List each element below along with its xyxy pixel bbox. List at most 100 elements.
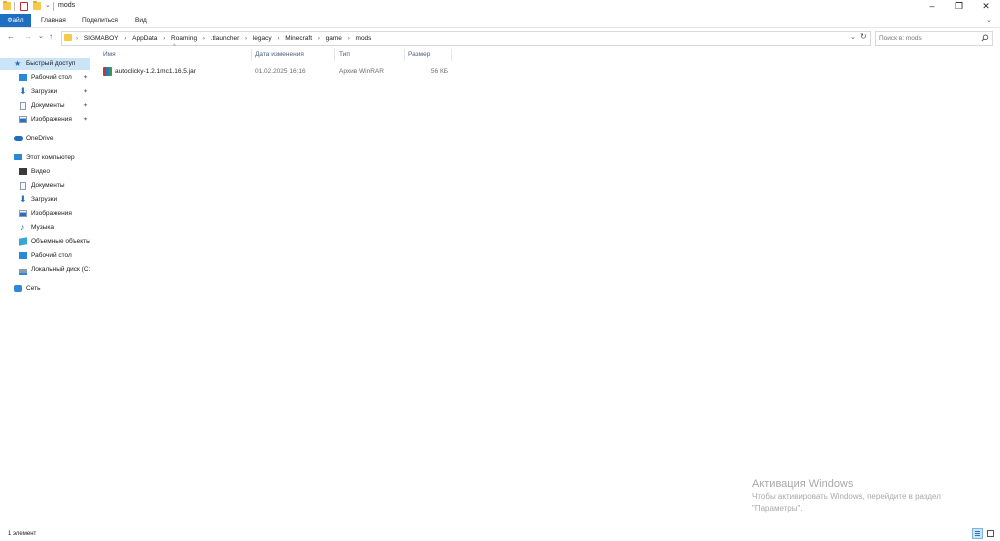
back-button[interactable]: ← — [7, 32, 15, 41]
breadcrumb-item[interactable]: .tlauncher — [211, 32, 240, 45]
up-button[interactable]: ↑ — [49, 32, 53, 41]
column-header: ^ Имя Дата изменения Тип Размер — [100, 44, 460, 62]
address-bar[interactable]: › SIGMABOY › AppData › Roaming › .tlaunc… — [61, 31, 871, 46]
address-dropdown-icon[interactable]: ⌄ — [850, 33, 856, 41]
sidebar-item-desktop[interactable]: Рабочий стол ✦ — [0, 72, 90, 84]
sidebar-item-music[interactable]: ♪ Музыка — [0, 222, 90, 234]
column-divider[interactable] — [251, 49, 252, 61]
sidebar-item-this-pc[interactable]: Этот компьютер — [0, 152, 90, 164]
sidebar-item-network[interactable]: Сеть — [0, 283, 90, 295]
sidebar-item-3d-objects[interactable]: Объемные объекты — [0, 236, 90, 248]
computer-icon — [14, 154, 22, 160]
navigation-bar: ← → ⌄ ↑ › SIGMABOY › AppData › Roaming ›… — [0, 30, 1000, 46]
drive-icon — [19, 269, 27, 275]
file-date: 01.02.2025 16:16 — [255, 68, 306, 75]
sidebar-item-label: Этот компьютер — [26, 154, 75, 161]
ribbon-expand-icon[interactable]: ⌄ — [986, 16, 992, 24]
properties-icon[interactable] — [20, 2, 28, 11]
folder-icon — [3, 1, 11, 10]
toolbar-separator — [53, 2, 54, 11]
sidebar-item-desktop-pc[interactable]: Рабочий стол — [0, 250, 90, 262]
pin-icon[interactable]: ✦ — [83, 72, 88, 84]
status-bar: 1 элемент — [0, 528, 1000, 541]
sidebar-item-documents[interactable]: Документы ✦ — [0, 100, 90, 112]
sidebar-item-label: Изображения — [31, 210, 72, 217]
sidebar-item-pictures-pc[interactable]: Изображения — [0, 208, 90, 220]
title-bar: ⌄ mods – ❐ ✕ — [0, 0, 1000, 13]
window-title: mods — [58, 2, 76, 9]
sidebar-item-label: Объемные объекты — [31, 238, 90, 245]
sidebar-item-label: Загрузки — [31, 88, 58, 95]
minimize-button[interactable]: – — [918, 0, 946, 13]
sidebar-item-label: Локальный диск (C:) — [31, 266, 90, 273]
activation-text: Чтобы активировать Windows, перейдите в … — [752, 492, 941, 501]
sidebar-item-label: Сеть — [26, 285, 41, 292]
refresh-icon[interactable]: ↻ — [860, 32, 867, 41]
maximize-button[interactable]: ❐ — [945, 0, 973, 13]
sidebar-item-videos[interactable]: Видео — [0, 166, 90, 178]
folder-icon — [64, 34, 72, 41]
search-input[interactable] — [879, 33, 975, 43]
column-type[interactable]: Тип — [339, 48, 403, 62]
pin-icon[interactable]: ✦ — [83, 86, 88, 98]
details-view-button[interactable] — [972, 528, 983, 539]
sidebar-item-onedrive[interactable]: OneDrive — [0, 133, 90, 145]
sidebar-item-label: Загрузки — [31, 196, 58, 203]
tab-view[interactable]: Вид — [135, 14, 147, 27]
file-name: autoclicky-1.2.1mc1.16.5.jar — [115, 68, 196, 75]
3d-objects-icon — [19, 237, 27, 246]
column-name[interactable]: Имя — [103, 48, 251, 62]
music-icon: ♪ — [20, 222, 25, 232]
activation-watermark: Активация Windows Чтобы активировать Win… — [752, 478, 992, 515]
desktop-icon — [19, 252, 27, 259]
breadcrumb-separator: › — [347, 36, 350, 42]
column-size[interactable]: Размер — [408, 48, 448, 62]
sidebar-item-label: Музыка — [31, 224, 54, 231]
column-divider[interactable] — [451, 49, 452, 61]
breadcrumb-item[interactable]: SIGMABOY — [84, 32, 119, 45]
recent-locations-button[interactable]: ⌄ — [38, 32, 44, 40]
sidebar-item-label: Рабочий стол — [31, 252, 72, 259]
column-date-modified[interactable]: Дата изменения — [255, 48, 333, 62]
sidebar-item-label: Быстрый доступ — [26, 60, 76, 67]
sidebar-item-downloads[interactable]: ⬇ Загрузки ✦ — [0, 86, 90, 98]
sidebar-item-label: Документы — [31, 182, 65, 189]
tab-share[interactable]: Поделиться — [82, 14, 118, 27]
close-button[interactable]: ✕ — [972, 0, 1000, 13]
breadcrumb-item[interactable]: Minecraft — [285, 32, 312, 45]
breadcrumb-separator: › — [317, 36, 320, 42]
sidebar-item-local-disk[interactable]: Локальный диск (C:) — [0, 264, 90, 276]
breadcrumb-separator: › — [202, 36, 205, 42]
pin-icon[interactable]: ✦ — [83, 114, 88, 126]
sidebar-item-label: Изображения — [31, 116, 72, 123]
forward-button[interactable]: → — [24, 32, 32, 41]
large-icons-view-icon — [987, 530, 994, 537]
activation-text: "Параметры". — [752, 504, 803, 513]
breadcrumb-item[interactable]: legacy — [253, 32, 272, 45]
customize-toolbar-chevron-icon[interactable]: ⌄ — [45, 1, 51, 9]
new-folder-icon[interactable] — [33, 1, 41, 10]
file-row[interactable]: autoclicky-1.2.1mc1.16.5.jar 01.02.2025 … — [100, 66, 452, 78]
ribbon-tabs: Файл Главная Поделиться Вид ⌄ — [0, 14, 1000, 28]
breadcrumb-separator: › — [76, 36, 78, 42]
breadcrumb-item[interactable]: AppData — [132, 32, 157, 45]
sidebar-item-label: OneDrive — [26, 135, 54, 142]
pin-icon[interactable]: ✦ — [83, 100, 88, 112]
column-divider[interactable] — [404, 49, 405, 61]
search-icon[interactable] — [981, 34, 989, 42]
sidebar-item-documents-pc[interactable]: Документы — [0, 180, 90, 192]
large-icons-view-button[interactable] — [985, 528, 996, 539]
star-icon: ★ — [14, 59, 22, 68]
tab-home[interactable]: Главная — [41, 14, 66, 27]
sidebar-item-downloads-pc[interactable]: ⬇ Загрузки — [0, 194, 90, 206]
breadcrumb: › SIGMABOY › AppData › Roaming › .tlaunc… — [76, 32, 375, 45]
search-box[interactable] — [875, 31, 993, 46]
column-divider[interactable] — [334, 49, 335, 61]
sidebar-item-pictures[interactable]: Изображения ✦ — [0, 114, 90, 126]
breadcrumb-item[interactable]: game — [326, 32, 342, 45]
sidebar-item-quick-access[interactable]: ★ Быстрый доступ — [0, 58, 90, 70]
breadcrumb-separator: › — [245, 36, 248, 42]
tab-file[interactable]: Файл — [0, 14, 31, 27]
sidebar-item-label: Документы — [31, 102, 65, 109]
breadcrumb-item[interactable]: mods — [356, 32, 372, 45]
